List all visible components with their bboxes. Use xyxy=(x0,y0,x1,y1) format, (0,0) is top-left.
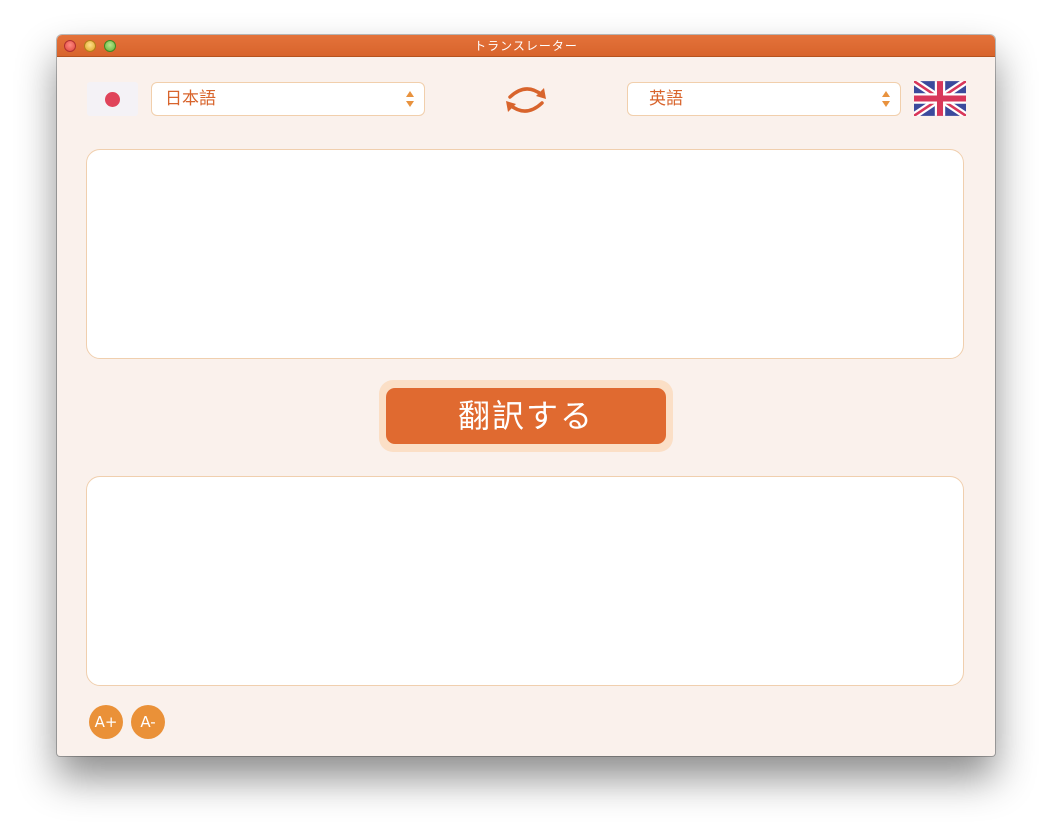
japan-flag-icon xyxy=(87,82,138,116)
uk-flag-icon xyxy=(914,81,966,116)
decrease-font-button[interactable]: A- xyxy=(131,705,165,739)
target-language-value: 英語 xyxy=(649,89,683,109)
translate-button[interactable]: 翻訳する xyxy=(386,388,666,444)
title-bar[interactable]: トランスレーター xyxy=(57,35,995,57)
source-text-input[interactable] xyxy=(86,149,964,359)
target-language-select[interactable]: 英語 xyxy=(627,82,901,116)
select-arrows-icon xyxy=(882,91,890,107)
translator-window: トランスレーター 日本語 英語 翻訳する A+ A- xyxy=(57,35,995,756)
source-language-select[interactable]: 日本語 xyxy=(151,82,425,116)
select-arrows-icon xyxy=(406,91,414,107)
window-title: トランスレーター xyxy=(474,39,578,53)
swap-languages-icon[interactable] xyxy=(503,84,549,116)
source-language-value: 日本語 xyxy=(165,89,216,109)
increase-font-button[interactable]: A+ xyxy=(89,705,123,739)
translate-button-frame: 翻訳する xyxy=(379,380,673,452)
translated-text-output[interactable] xyxy=(86,476,964,686)
